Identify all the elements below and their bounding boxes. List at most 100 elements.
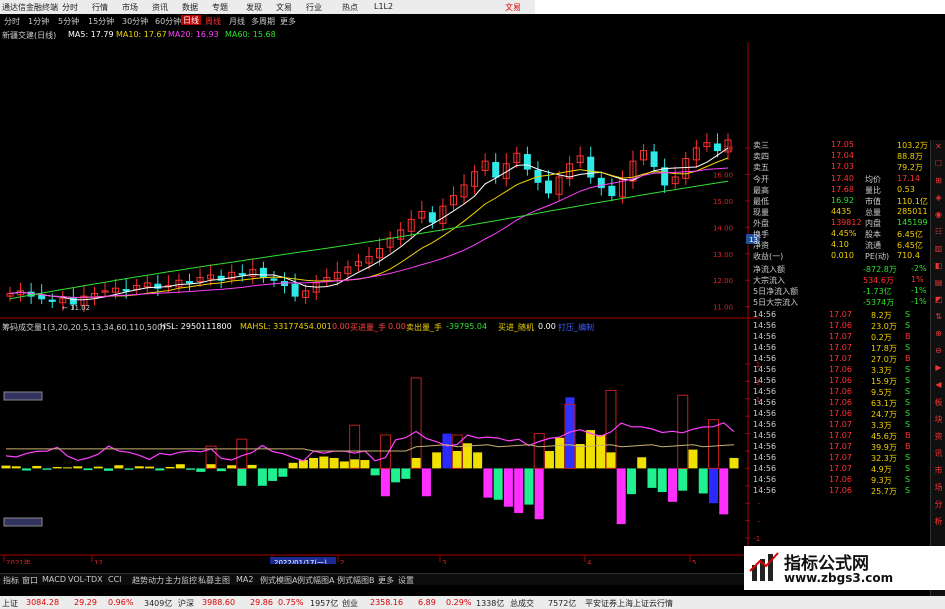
menu-item[interactable]: 发现 — [246, 2, 262, 13]
tick-volume: 45.6万 — [871, 432, 897, 441]
stat-key: 今开 — [753, 175, 769, 184]
ask-label: 卖五 — [753, 163, 769, 172]
mahsl-line — [5, 422, 735, 462]
indicator-tab[interactable]: 趋势动力 — [132, 575, 164, 586]
sidebar-icon[interactable]: ☷ — [933, 227, 944, 238]
tick-volume: 32.3万 — [871, 454, 897, 463]
volume-bar — [63, 467, 73, 469]
stat-key: 流通 — [865, 241, 881, 250]
stat-value: 0.010 — [831, 251, 854, 260]
indicator-tab[interactable]: MA2 — [236, 575, 253, 584]
indicator-tab[interactable]: 主力监控 — [165, 575, 197, 586]
menu-item[interactable]: 专题 — [212, 2, 228, 13]
menu-item[interactable]: 热点 — [342, 2, 358, 13]
tick-side: S — [905, 321, 911, 330]
menu-item[interactable]: 行情 — [92, 2, 108, 13]
tf-button[interactable]: 60分钟 — [155, 16, 181, 27]
indicator-tab[interactable]: 例式模图A — [260, 575, 297, 586]
volume-bar — [380, 468, 390, 497]
indicator-tab[interactable]: 指标 — [3, 575, 19, 586]
sidebar-icon[interactable]: 块 — [933, 414, 944, 425]
tf-button[interactable]: 1分钟 — [28, 16, 49, 27]
tf-button[interactable]: 15分钟 — [88, 16, 114, 27]
sidebar-icon[interactable]: ▥ — [933, 244, 944, 255]
tick-time: 14:56 — [753, 442, 777, 451]
quote-panel: 卖三 17.05 103.2万 卖四 17.04 88.8万 卖五 17.03 79.2万 今开 1… — [747, 140, 930, 550]
tf-button[interactable]: 更多 — [280, 16, 296, 27]
sidebar-icon[interactable]: 场 — [933, 482, 944, 493]
menu-item[interactable]: 数据 — [182, 2, 198, 13]
candle-body — [270, 278, 278, 281]
indicator-tab[interactable]: 例式幅图B — [337, 575, 375, 586]
sidebar-icon[interactable]: 析 — [933, 516, 944, 527]
sidebar-icon[interactable]: ▶ — [933, 363, 944, 374]
sidebar-icon[interactable]: 资 — [933, 431, 944, 442]
menu-item[interactable]: L1L2 — [374, 2, 393, 11]
sidebar-icon[interactable]: ⊞ — [933, 176, 944, 187]
volume-bar — [288, 462, 298, 469]
price-tick-label: 12.00 — [713, 277, 733, 285]
tf-button[interactable]: 分时 — [4, 16, 20, 27]
date-label: 2 — [340, 559, 344, 564]
tf-button[interactable]: 5分钟 — [58, 16, 79, 27]
menu-item[interactable]: 资讯 — [152, 2, 168, 13]
indicator-tab[interactable]: MACD — [42, 575, 66, 584]
indicator-tab[interactable]: 更多 — [378, 575, 394, 586]
flow-label: 5日净流入额 — [753, 287, 799, 296]
sidebar-icon[interactable]: ◧ — [933, 261, 944, 272]
status-item: 1338亿 — [476, 599, 505, 608]
sidebar-icon[interactable]: ◈ — [933, 193, 944, 204]
tf-button[interactable]: 多周期 — [251, 16, 275, 27]
sidebar-icon[interactable]: ◀ — [933, 380, 944, 391]
indicator-tab[interactable]: 例式幅图A — [297, 575, 334, 586]
sidebar-icon[interactable]: ✕ — [933, 142, 944, 153]
sidebar-icon[interactable]: ◩ — [933, 295, 944, 306]
sidebar-icon[interactable]: 讯 — [933, 448, 944, 459]
menu-item[interactable]: 文易 — [276, 2, 292, 13]
ask-row: 卖三 17.05 103.2万 — [747, 140, 930, 151]
flow-row: 大宗流入 534.6万 1% — [747, 275, 930, 286]
status-item: 3084.28 — [26, 598, 60, 607]
indicator-tab[interactable]: CCI — [108, 575, 122, 584]
menu-item[interactable]: 分时 — [62, 2, 78, 13]
tick-row: 14:56 17.07 0.2万 B — [747, 332, 930, 343]
sidebar-icon[interactable]: ⇅ — [933, 312, 944, 323]
indicator-tab[interactable]: 设置 — [398, 575, 414, 586]
tick-time: 14:56 — [753, 321, 777, 330]
price-tick-label: 14.00 — [713, 224, 733, 232]
volume-bar — [268, 468, 278, 481]
sidebar-icon[interactable]: ☐ — [933, 159, 944, 170]
sidebar-icon[interactable]: ◉ — [933, 210, 944, 221]
tf-button[interactable]: 周线 — [205, 16, 221, 27]
sidebar-icon[interactable]: 分 — [933, 499, 944, 510]
volume-bar — [493, 468, 503, 500]
indicator-label: 卖出量_手 — [406, 323, 442, 332]
tf-button[interactable]: 月线 — [229, 16, 245, 27]
sidebar-icon[interactable]: 市 — [933, 465, 944, 476]
indicator-tab[interactable]: 私募主图 — [198, 575, 230, 586]
indicator-tab[interactable]: VOL-TDX — [68, 575, 103, 584]
tick-price: 17.07 — [829, 310, 852, 319]
stat-row: 外盘 139812 内盘 145199 — [747, 218, 930, 229]
volume-bar — [1, 465, 11, 469]
sidebar-icon[interactable]: ⊖ — [933, 346, 944, 357]
sidebar-icon[interactable]: ▤ — [933, 278, 944, 289]
indicator-tab[interactable]: 窗口 — [22, 575, 38, 586]
stat-value: 17.14 — [897, 174, 920, 183]
flow-value: -1.73亿 — [863, 287, 892, 296]
tick-price: 17.06 — [829, 486, 852, 495]
indicator-name[interactable]: 筹码成交量1(3,20,20,5,13,34,60,110,500) — [2, 322, 165, 333]
menu-item[interactable]: 行业 — [306, 2, 322, 13]
volume-bar — [657, 468, 667, 493]
status-item: 6.89 — [418, 598, 436, 607]
candle-body — [713, 143, 721, 152]
price-volume-chart[interactable]: 17.0016.0015.0014.0013.0012.0011.0013.56… — [0, 42, 760, 564]
stat-value: 6.45亿 — [897, 230, 923, 239]
menu-item[interactable]: 市场 — [122, 2, 138, 13]
volume-bar — [186, 468, 196, 470]
status-item: 沪深 — [178, 599, 194, 608]
tf-button[interactable]: 30分钟 — [122, 16, 148, 27]
sidebar-icon[interactable]: 板 — [933, 397, 944, 408]
tf-button-selected[interactable]: 日线 — [181, 15, 201, 25]
sidebar-icon[interactable]: ⊕ — [933, 329, 944, 340]
